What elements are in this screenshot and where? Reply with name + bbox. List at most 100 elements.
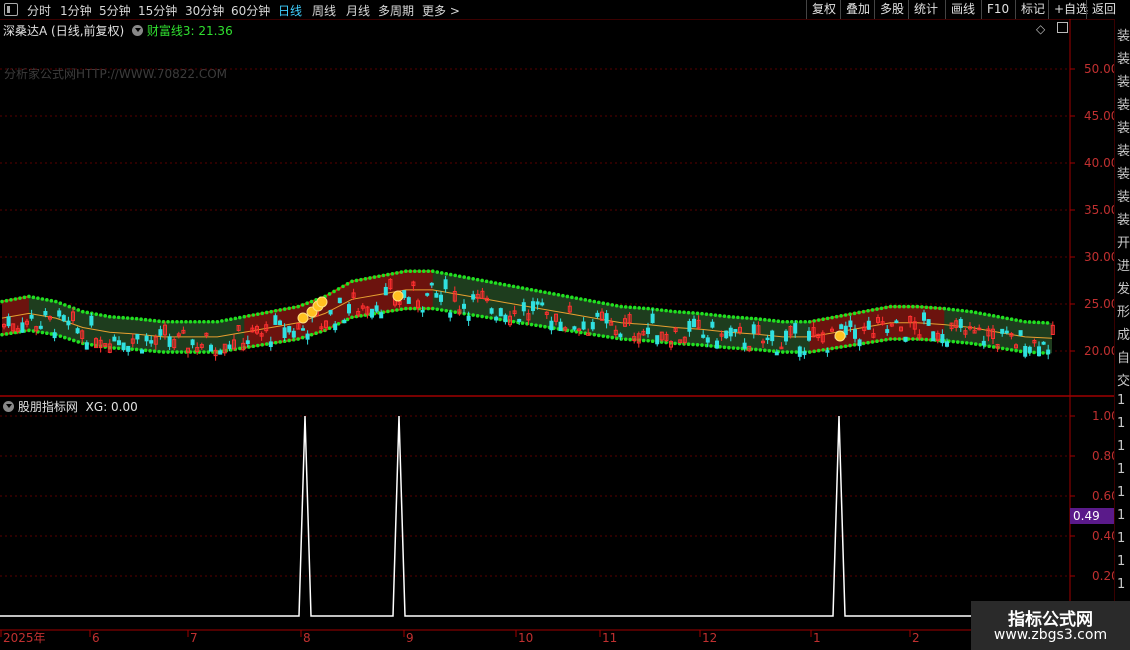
current-value-text: 0.49 (1073, 509, 1100, 523)
band-upper-dot (300, 303, 305, 307)
period-tab-9[interactable]: 多周期 (378, 2, 414, 19)
band-upper-dot (915, 304, 920, 309)
band-lower-dot (507, 319, 511, 323)
band-red-edge (1, 329, 30, 336)
band-upper-dot (296, 304, 300, 309)
period-tab-1[interactable]: 1分钟 (60, 2, 92, 19)
dropdown-circle-icon[interactable] (3, 401, 14, 412)
toolbar-button-3[interactable]: 统计 (908, 0, 943, 19)
candle-body (61, 315, 66, 322)
band-upper-dot (906, 304, 911, 309)
candle-body (11, 323, 16, 332)
window-layout-icon[interactable] (4, 3, 18, 16)
period-tab-10[interactable]: 更多 > (422, 2, 460, 19)
dropdown-circle-icon[interactable] (132, 25, 144, 36)
period-tab-7[interactable]: 周线 (312, 2, 336, 19)
toolbar-button-1[interactable]: 叠加 (840, 0, 875, 19)
band-lower-dot (1014, 348, 1018, 353)
band-upper-dot (951, 307, 956, 312)
period-tab-6[interactable]: 日线 (278, 2, 302, 19)
period-tab-4[interactable]: 30分钟 (185, 2, 224, 19)
candle-body (107, 343, 112, 353)
period-tab-3[interactable]: 15分钟 (138, 2, 177, 19)
stock-title[interactable]: 深桑达A (日线,前复权) (3, 24, 124, 38)
candle-body (135, 333, 140, 340)
band-upper-dot (673, 309, 677, 314)
band-lower-dot (332, 324, 336, 328)
candle-body (531, 301, 535, 312)
candle-body (710, 321, 715, 328)
candle-body (324, 320, 328, 328)
candle-body (278, 320, 282, 326)
band-lower-dot (749, 347, 754, 351)
candle-body (388, 278, 393, 290)
band-upper-dot (170, 319, 175, 324)
candle-body (508, 315, 512, 326)
candle-body (866, 320, 871, 330)
band-upper-dot (354, 278, 359, 283)
band-upper-dot (704, 312, 709, 316)
band-upper-dot (107, 314, 112, 319)
band-lower-dot (489, 316, 493, 320)
band-lower-dot (45, 331, 49, 336)
candle-body (940, 334, 945, 344)
candle-body (549, 320, 554, 331)
candle-body (917, 334, 922, 339)
toolbar-button-6[interactable]: 标记 (1015, 0, 1050, 19)
band-upper-dot (668, 309, 673, 313)
band-upper-dot (484, 279, 489, 284)
toolbar-button-2[interactable]: 多股 (874, 0, 909, 19)
band-lower-dot (327, 326, 332, 330)
sub-indicator-title[interactable]: 股朋指标网 (18, 400, 78, 414)
toolbar-button-4[interactable]: 画线 (945, 0, 980, 19)
candle-body (577, 328, 581, 332)
candle-body (347, 304, 351, 314)
band-lower-dot (888, 337, 893, 341)
panel-restore-icon[interactable] (1057, 22, 1069, 33)
band-upper-dot (946, 307, 951, 311)
band-upper-dot (13, 297, 18, 301)
band-lower-dot (1027, 350, 1032, 355)
candle-body (609, 321, 614, 326)
band-upper-dot (157, 319, 161, 324)
candle-body (595, 312, 600, 317)
candle-body (57, 310, 62, 317)
candle-body (885, 329, 890, 333)
candle-body (328, 309, 333, 315)
toolbar-button-5[interactable]: F10 (981, 0, 1014, 19)
band-lower-dot (18, 329, 22, 334)
period-tab-2[interactable]: 5分钟 (99, 2, 131, 19)
band-upper-dot (556, 292, 561, 297)
band-lower-dot (946, 339, 951, 343)
band-upper-dot (592, 299, 597, 304)
band-lower-dot (632, 338, 637, 342)
band-upper-dot (193, 319, 197, 324)
band-lower-dot (1000, 346, 1005, 351)
band-upper-dot (76, 308, 81, 312)
band-upper-dot (103, 314, 108, 318)
band-lower-dot (107, 345, 112, 350)
band-lower-dot (58, 334, 63, 338)
period-tab-8[interactable]: 月线 (346, 2, 370, 19)
toolbar-button-8[interactable]: 返回 (1086, 0, 1121, 19)
band-upper-dot (987, 313, 991, 317)
candle-body (751, 324, 756, 334)
diamond-icon[interactable]: ◇ (1036, 22, 1045, 36)
period-tab-5[interactable]: 60分钟 (231, 2, 270, 19)
period-tab-0[interactable]: 分时 (27, 2, 51, 19)
buy-signal-marker (316, 296, 328, 308)
band-lower-dot (520, 321, 525, 325)
candle-body (121, 342, 126, 351)
band-lower-dot (686, 342, 691, 347)
band-upper-dot (0, 299, 4, 304)
band-lower-dot (605, 335, 610, 339)
band-lower-dot (287, 338, 291, 343)
band-upper-dot (4, 298, 9, 303)
band-lower-dot (695, 343, 700, 347)
candle-body (167, 336, 172, 347)
toolbar-button-0[interactable]: 复权 (806, 0, 841, 19)
band-upper-dot (888, 304, 893, 309)
band-lower-dot (404, 306, 408, 311)
candle-body (1041, 341, 1046, 345)
band-lower-dot (798, 350, 803, 354)
